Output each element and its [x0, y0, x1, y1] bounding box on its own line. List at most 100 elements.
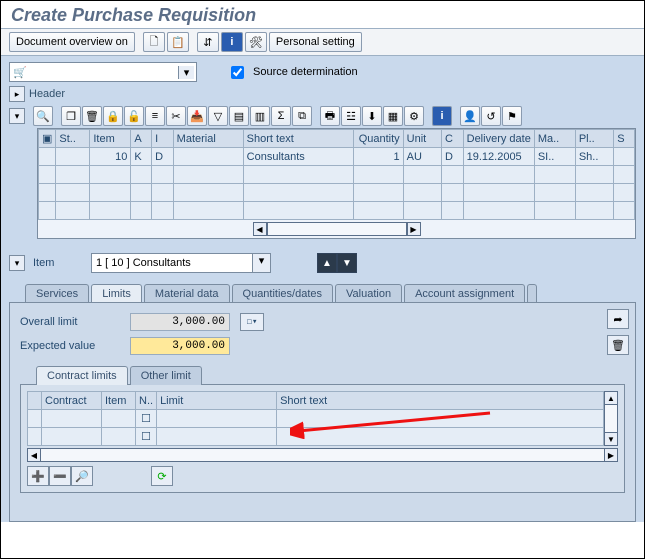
excel-icon[interactable]: ▦	[383, 106, 403, 126]
col-delivery[interactable]: Delivery date	[463, 130, 534, 148]
grid-h-scrollbar[interactable]: ◀ ▶	[38, 220, 635, 238]
copy-icon[interactable]: 📋	[167, 32, 189, 52]
cell-pl[interactable]: Sh..	[575, 148, 613, 166]
cell-item[interactable]: 10	[90, 148, 131, 166]
col-shorttext2[interactable]: Short text	[277, 392, 604, 410]
tab-limits[interactable]: Limits	[91, 284, 142, 303]
table-row[interactable]	[39, 184, 635, 202]
cell-material[interactable]	[173, 148, 243, 166]
lock-icon[interactable]: 🔒	[103, 106, 123, 126]
cell-c[interactable]: D	[442, 148, 464, 166]
tab-services[interactable]: Services	[25, 284, 89, 303]
cell-delivery[interactable]: 19.12.2005	[463, 148, 534, 166]
col-quantity[interactable]: Quantity	[353, 130, 403, 148]
delete-panel-icon[interactable]: 🗑	[607, 335, 629, 355]
export-icon[interactable]: ⬇	[362, 106, 382, 126]
tab-quantities-dates[interactable]: Quantities/dates	[232, 284, 334, 303]
new-doc-icon[interactable]: 🗋	[143, 32, 165, 52]
tab-other-limit[interactable]: Other limit	[130, 366, 202, 385]
col-i[interactable]: I	[152, 130, 174, 148]
no-limit-checkbox[interactable]: ☐▾	[240, 313, 264, 331]
paste-icon[interactable]: 📥	[187, 106, 207, 126]
item-expander[interactable]: ▾	[9, 255, 25, 271]
chevron-down-icon[interactable]: ▾	[252, 254, 270, 272]
sort-desc-icon[interactable]: ▥	[250, 106, 270, 126]
cell-qty[interactable]: 1	[353, 148, 403, 166]
col-ma[interactable]: Ma..	[534, 130, 575, 148]
copy-row-icon[interactable]: ❐	[61, 106, 81, 126]
col-item[interactable]: Item	[90, 130, 131, 148]
col-n[interactable]: N..	[136, 392, 157, 410]
list-icon[interactable]: ≡	[145, 106, 165, 126]
cell-i[interactable]: D	[152, 148, 174, 166]
col-c-item[interactable]: Item	[102, 392, 136, 410]
personal-setting-button[interactable]: Personal setting	[269, 32, 362, 52]
default-icon[interactable]: ⚑	[502, 106, 522, 126]
source-determination-checkbox[interactable]	[231, 66, 244, 79]
row-sel[interactable]	[28, 392, 42, 410]
col-shorttext[interactable]: Short text	[243, 130, 353, 148]
unlock-icon[interactable]: 🔓	[124, 106, 144, 126]
reset-icon[interactable]: ↺	[481, 106, 501, 126]
col-s[interactable]: S	[614, 130, 635, 148]
overall-limit-field[interactable]	[130, 313, 230, 331]
hierarchy-icon[interactable]: ⇵	[197, 32, 219, 52]
cell-status[interactable]	[56, 148, 90, 166]
tab-material-data[interactable]: Material data	[144, 284, 230, 303]
delete-row-icon[interactable]: 🗑	[82, 106, 102, 126]
tab-valuation[interactable]: Valuation	[335, 284, 402, 303]
doc-type-input[interactable]	[28, 64, 178, 80]
details-icon[interactable]: 🔍	[33, 106, 53, 126]
cell-a[interactable]: K	[131, 148, 152, 166]
personal-icon[interactable]: 👤	[460, 106, 480, 126]
col-limit[interactable]: Limit	[157, 392, 277, 410]
item-selector-input[interactable]	[92, 254, 252, 272]
doc-overview-button[interactable]: Document overview on	[9, 32, 135, 52]
col-status[interactable]: St..	[56, 130, 90, 148]
settings-icon[interactable]: ⚙	[404, 106, 424, 126]
items-expander[interactable]: ▾	[9, 108, 25, 124]
subtotal-icon[interactable]: ⧉	[292, 106, 312, 126]
inner-h-scrollbar[interactable]: ◀▶	[27, 448, 618, 462]
filter-icon[interactable]: ▽	[208, 106, 228, 126]
col-unit[interactable]: Unit	[403, 130, 441, 148]
expected-value-field[interactable]	[130, 337, 230, 355]
tools-icon[interactable]: 🛠	[245, 32, 267, 52]
sort-asc-icon[interactable]: ▤	[229, 106, 249, 126]
print-icon[interactable]: 🖶	[320, 106, 340, 126]
prev-item-button[interactable]: ▲	[317, 253, 337, 273]
expand-panel-icon[interactable]: ➦	[607, 309, 629, 329]
info2-icon[interactable]: i	[432, 106, 452, 126]
col-a[interactable]: A	[131, 130, 152, 148]
tab-account-assignment[interactable]: Account assignment	[404, 284, 525, 303]
cut-icon[interactable]: ✂	[166, 106, 186, 126]
row-selector-header[interactable]: ▣	[39, 130, 56, 148]
chevron-down-icon[interactable]: ▾	[178, 66, 194, 79]
inner-v-scrollbar[interactable]: ▲▼	[604, 391, 618, 446]
find-icon[interactable]: 🔎	[71, 466, 93, 486]
refresh-icon[interactable]: ⟳	[151, 466, 173, 486]
col-pl[interactable]: Pl..	[575, 130, 613, 148]
delete-row2-icon[interactable]: ➖	[49, 466, 71, 486]
scroll-right-icon[interactable]: ▶	[407, 222, 421, 236]
col-contract[interactable]: Contract	[42, 392, 102, 410]
doc-type-combo[interactable]: 🛒 ▾	[9, 62, 197, 82]
tab-contract-limits[interactable]: Contract limits	[36, 366, 128, 385]
info-icon[interactable]: i	[221, 32, 243, 52]
tab-more[interactable]	[527, 284, 537, 303]
item-selector[interactable]: ▾	[91, 253, 271, 273]
layout-icon[interactable]: ☳	[341, 106, 361, 126]
cell-ma[interactable]: SI..	[534, 148, 575, 166]
table-row[interactable]	[39, 202, 635, 220]
table-row[interactable]: 10 K D Consultants 1 AU D 19.12.2005 SI.…	[39, 148, 635, 166]
header-expander[interactable]: ▸	[9, 86, 25, 102]
sum-icon[interactable]: Σ	[271, 106, 291, 126]
next-item-button[interactable]: ▼	[337, 253, 357, 273]
cell-shorttext[interactable]: Consultants	[243, 148, 353, 166]
insert-row-icon[interactable]: ➕	[27, 466, 49, 486]
table-row[interactable]	[39, 166, 635, 184]
cell-unit[interactable]: AU	[403, 148, 441, 166]
col-c[interactable]: C	[442, 130, 464, 148]
scroll-left-icon[interactable]: ◀	[253, 222, 267, 236]
col-material[interactable]: Material	[173, 130, 243, 148]
